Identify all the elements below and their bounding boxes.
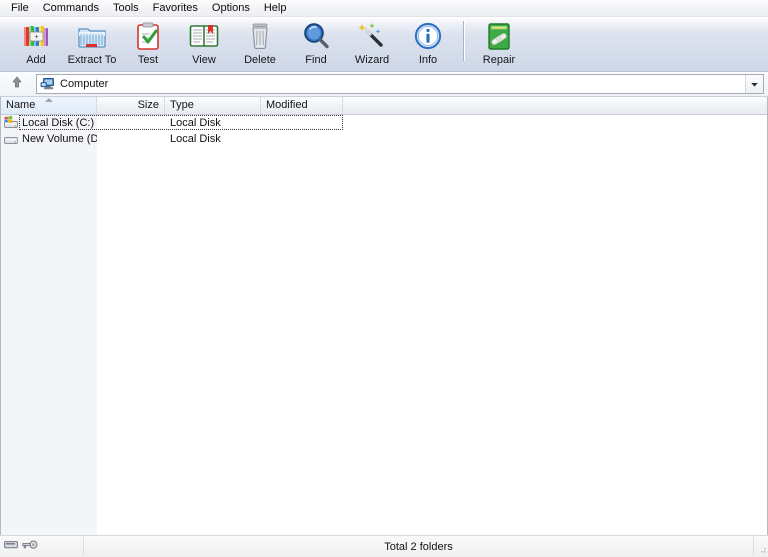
- toolbar-label-extract-to: Extract To: [67, 54, 117, 66]
- location-combobox[interactable]: Computer: [36, 74, 764, 94]
- toolbar-label-wizard: Wizard: [354, 54, 390, 66]
- resize-grip[interactable]: [754, 537, 768, 556]
- view-book-icon: [188, 20, 220, 52]
- status-bar-total-panel: Total 2 folders: [84, 537, 754, 556]
- row-name: New Volume (D:): [22, 133, 97, 145]
- toolbar-label-add: Add: [26, 54, 46, 66]
- toolbar-button-delete[interactable]: Delete: [232, 17, 288, 69]
- status-bar-icons: [0, 537, 84, 556]
- menu-item-tools[interactable]: Tools: [106, 1, 146, 16]
- add-archive-icon: +: [20, 20, 52, 52]
- disk-icon[interactable]: [4, 538, 18, 556]
- location-value: Computer: [60, 78, 109, 90]
- toolbar-label-find: Find: [305, 54, 327, 66]
- toolbar-label-test: Test: [137, 54, 159, 66]
- row-name: Local Disk (C:): [22, 117, 95, 129]
- toolbar-separator: [463, 21, 464, 61]
- menu-bar: File Commands Tools Favorites Options He…: [0, 0, 768, 17]
- repair-archive-icon: [483, 20, 515, 52]
- column-header-name-label: Name: [6, 99, 36, 111]
- toolbar-label-repair: Repair: [482, 54, 516, 66]
- winrar-window: File Commands Tools Favorites Options He…: [0, 0, 768, 557]
- column-header-size[interactable]: Size: [97, 97, 165, 114]
- extract-folder-icon: [76, 20, 108, 52]
- toolbar-button-wizard[interactable]: Wizard: [344, 17, 400, 69]
- sort-ascending-icon: [44, 98, 53, 102]
- info-circle-icon: [412, 20, 444, 52]
- toolbar-button-view[interactable]: View: [176, 17, 232, 69]
- menu-item-help[interactable]: Help: [257, 1, 294, 16]
- file-list-panel: Name Size Type Modified Local Disk (C:) …: [0, 97, 768, 535]
- menu-item-commands[interactable]: Commands: [36, 1, 106, 16]
- column-header-filler: [343, 97, 767, 114]
- name-column-tint: [1, 115, 97, 535]
- find-magnifier-icon: [300, 20, 332, 52]
- column-header-name[interactable]: Name: [1, 97, 97, 114]
- toolbar-label-delete: Delete: [244, 54, 276, 66]
- status-total-text: Total 2 folders: [384, 540, 453, 553]
- row-type: Local Disk: [170, 133, 221, 145]
- table-row[interactable]: New Volume (D:) Local Disk: [1, 131, 767, 147]
- key-icon[interactable]: [22, 538, 38, 556]
- svg-text:+: +: [34, 34, 38, 41]
- toolbar: + Add Extract To Test View Delete Find W…: [0, 17, 768, 72]
- file-list-rows: Local Disk (C:) Local Disk New Volume (D…: [1, 115, 767, 535]
- table-row[interactable]: Local Disk (C:) Local Disk: [1, 115, 767, 131]
- column-header-row: Name Size Type Modified: [1, 97, 767, 115]
- toolbar-button-find[interactable]: Find: [288, 17, 344, 69]
- toolbar-button-add[interactable]: + Add: [8, 17, 64, 69]
- up-one-level-button[interactable]: [2, 73, 32, 95]
- delete-trash-icon: [244, 20, 276, 52]
- toolbar-button-test[interactable]: Test: [120, 17, 176, 69]
- column-header-type[interactable]: Type: [165, 97, 261, 114]
- menu-item-favorites[interactable]: Favorites: [146, 1, 205, 16]
- address-bar: Computer: [0, 72, 768, 97]
- row-type: Local Disk: [170, 117, 221, 129]
- column-header-modified[interactable]: Modified: [261, 97, 343, 114]
- up-arrow-icon: [10, 75, 24, 94]
- toolbar-button-extract-to[interactable]: Extract To: [64, 17, 120, 69]
- menu-item-options[interactable]: Options: [205, 1, 257, 16]
- status-bar: Total 2 folders: [0, 535, 768, 557]
- computer-icon: [40, 76, 56, 92]
- system-drive-icon: [3, 115, 19, 131]
- chevron-down-icon[interactable]: [745, 75, 763, 93]
- wizard-wand-icon: [356, 20, 388, 52]
- drive-icon: [3, 131, 19, 147]
- toolbar-label-info: Info: [418, 54, 438, 66]
- test-clipboard-icon: [132, 20, 164, 52]
- toolbar-label-view: View: [192, 54, 216, 66]
- menu-item-file[interactable]: File: [4, 1, 36, 16]
- toolbar-button-repair[interactable]: Repair: [471, 17, 527, 69]
- toolbar-button-info[interactable]: Info: [400, 17, 456, 69]
